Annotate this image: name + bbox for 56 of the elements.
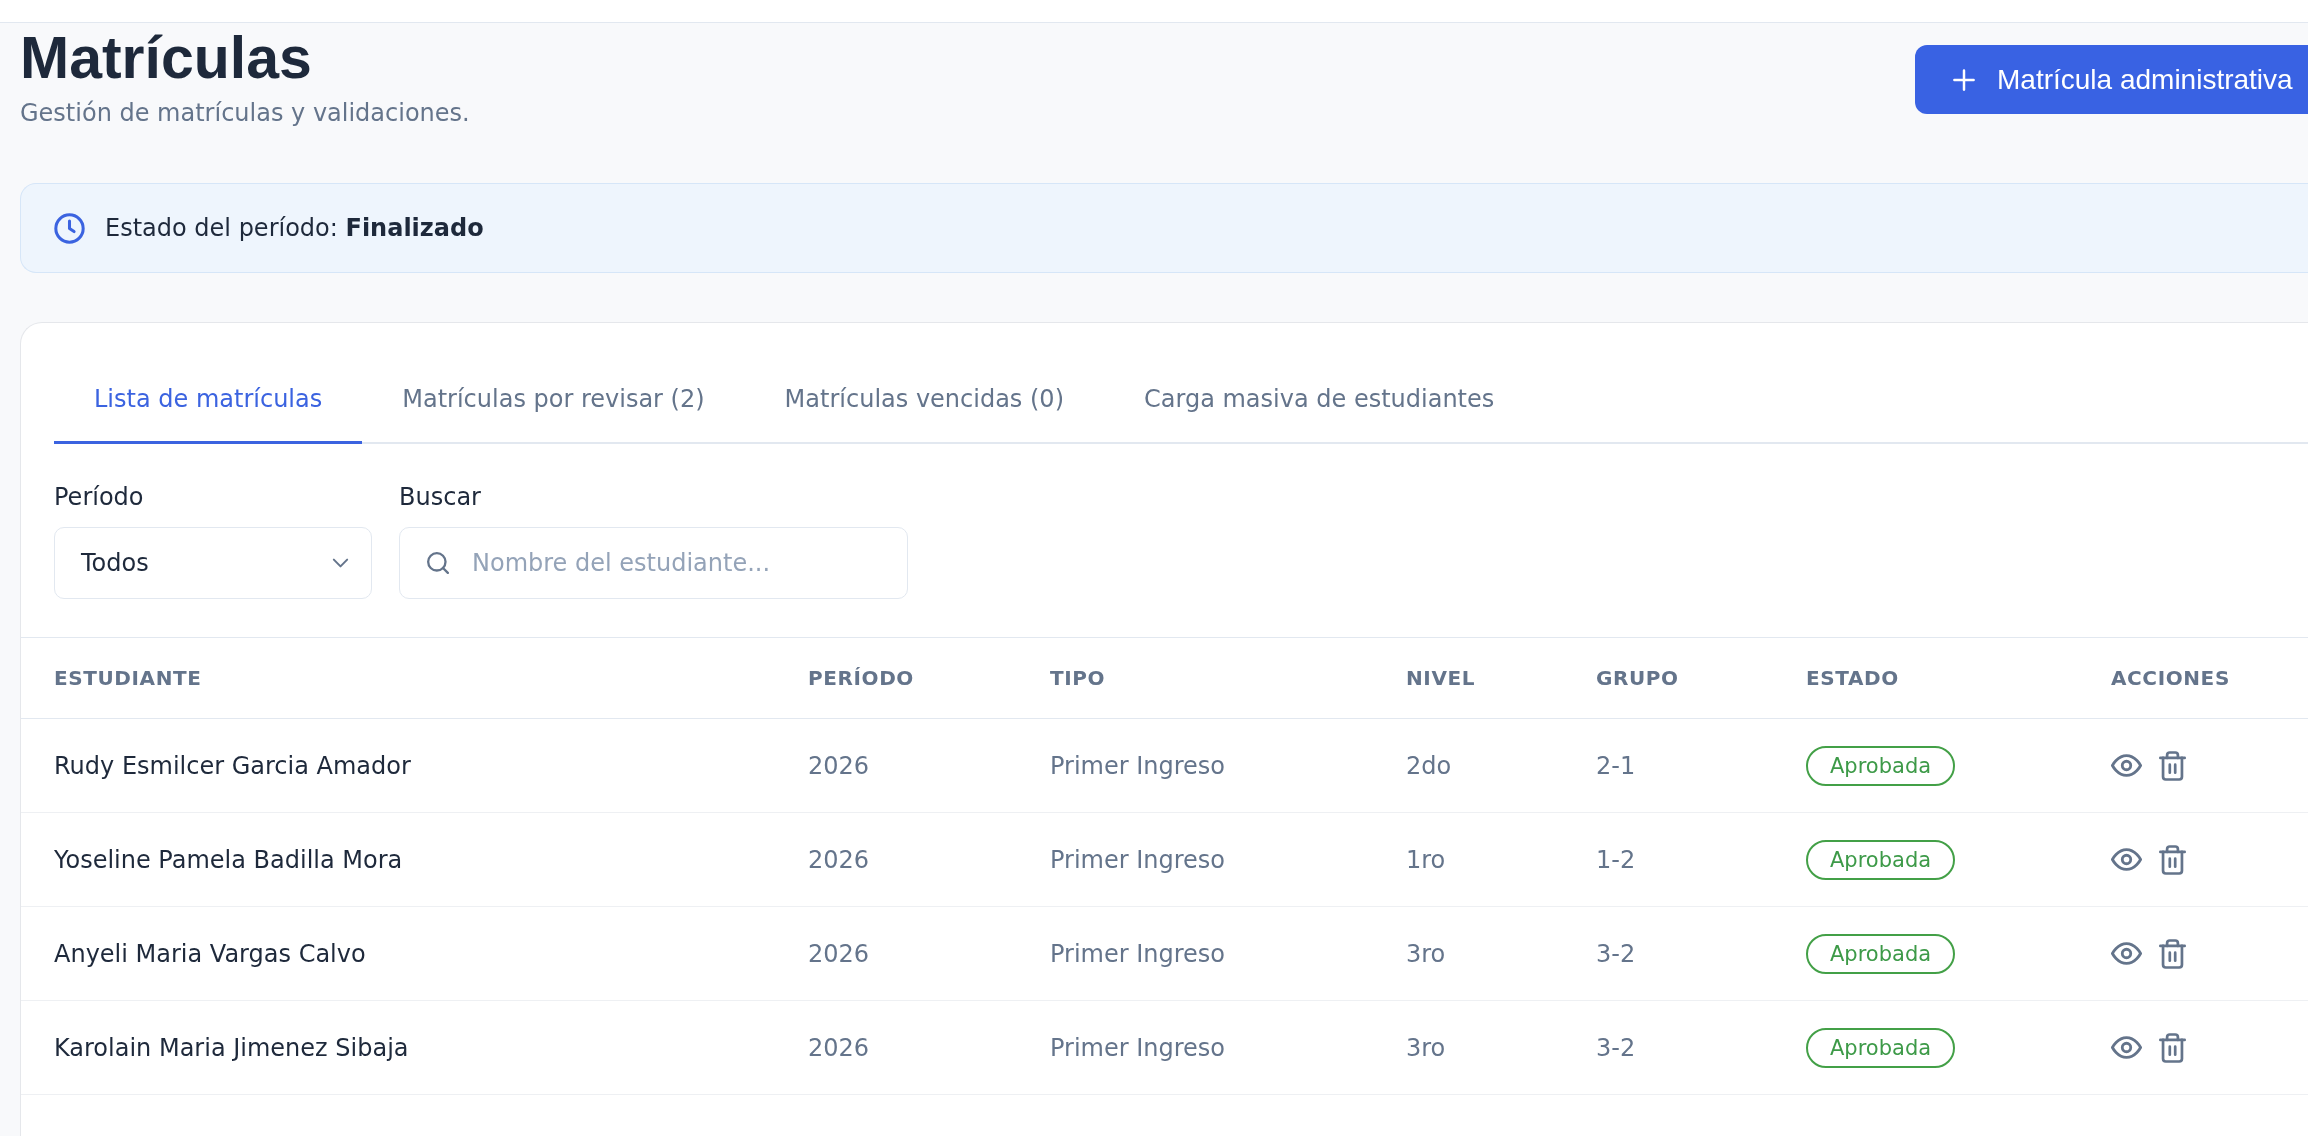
page-title: Matrículas	[20, 27, 313, 89]
tab[interactable]: Matrículas vencidas (0)	[744, 363, 1104, 444]
period-year: 2026	[808, 939, 870, 968]
page-subtitle: Gestión de matrículas y validaciones.	[20, 98, 470, 129]
column-header: ESTUDIANTE	[54, 666, 202, 690]
tab[interactable]: Lista de matrículas	[54, 363, 363, 444]
student-name: Karolain Maria Jimenez Sibaja	[54, 1033, 409, 1062]
level-text: 3ro	[1406, 1033, 1446, 1062]
level-text: 2do	[1406, 751, 1452, 780]
column-header: NIVEL	[1406, 666, 1476, 690]
period-select[interactable]: Todos	[54, 527, 372, 599]
trash-icon[interactable]	[2159, 938, 2186, 969]
trash-icon[interactable]	[2159, 750, 2186, 781]
tab[interactable]: Carga masiva de estudiantes	[1104, 363, 1535, 444]
level-text: 1ro	[1406, 845, 1446, 874]
status-badge: Aprobada	[1806, 933, 1956, 974]
enrollment-type: Primer Ingreso	[1050, 751, 1226, 780]
eye-icon[interactable]	[2111, 942, 2142, 965]
period-status-text: Estado del período: Finalizado	[105, 214, 484, 242]
new-enrollment-button[interactable]: Matrícula administrativa	[1915, 45, 2308, 114]
status-badge: Aprobada	[1806, 1027, 1956, 1068]
column-header: GRUPO	[1596, 666, 1679, 690]
group-text: 1-2	[1596, 845, 1636, 874]
enrollment-type: Primer Ingreso	[1050, 939, 1226, 968]
search-icon	[427, 552, 449, 574]
level-text: 3ro	[1406, 939, 1446, 968]
column-header: ACCIONES	[2111, 666, 2230, 690]
search-field[interactable]: Nombre del estudiante...	[399, 527, 908, 599]
search-label: Buscar	[399, 482, 482, 513]
student-name: Yoseline Pamela Badilla Mora	[54, 845, 403, 874]
group-text: 3-2	[1596, 1033, 1636, 1062]
column-header: PERÍODO	[808, 666, 914, 690]
group-text: 3-2	[1596, 939, 1636, 968]
clock-icon	[54, 212, 85, 244]
period-year: 2026	[808, 845, 870, 874]
enrollment-type: Primer Ingreso	[1050, 1033, 1226, 1062]
period-label: Período	[54, 482, 145, 513]
status-badge: Aprobada	[1806, 745, 1956, 786]
trash-icon[interactable]	[2159, 1032, 2186, 1063]
student-name: Anyeli Maria Vargas Calvo	[54, 939, 366, 968]
enrollment-type: Primer Ingreso	[1050, 845, 1226, 874]
tab[interactable]: Matrículas por revisar (2)	[362, 363, 745, 444]
status-badge: Aprobada	[1806, 839, 1956, 880]
group-text: 2-1	[1596, 751, 1636, 780]
period-value: Todos	[81, 549, 149, 577]
period-year: 2026	[808, 1033, 870, 1062]
period-year: 2026	[808, 751, 870, 780]
student-name: Rudy Esmilcer Garcia Amador	[54, 751, 411, 780]
chevron-down-icon	[332, 558, 349, 568]
eye-icon[interactable]	[2111, 1036, 2142, 1059]
plus-icon	[1953, 68, 1975, 91]
eye-icon[interactable]	[2111, 754, 2142, 777]
trash-icon[interactable]	[2159, 844, 2186, 875]
column-header: TIPO	[1050, 666, 1106, 690]
column-header: ESTADO	[1806, 666, 1899, 690]
eye-icon[interactable]	[2111, 848, 2142, 871]
